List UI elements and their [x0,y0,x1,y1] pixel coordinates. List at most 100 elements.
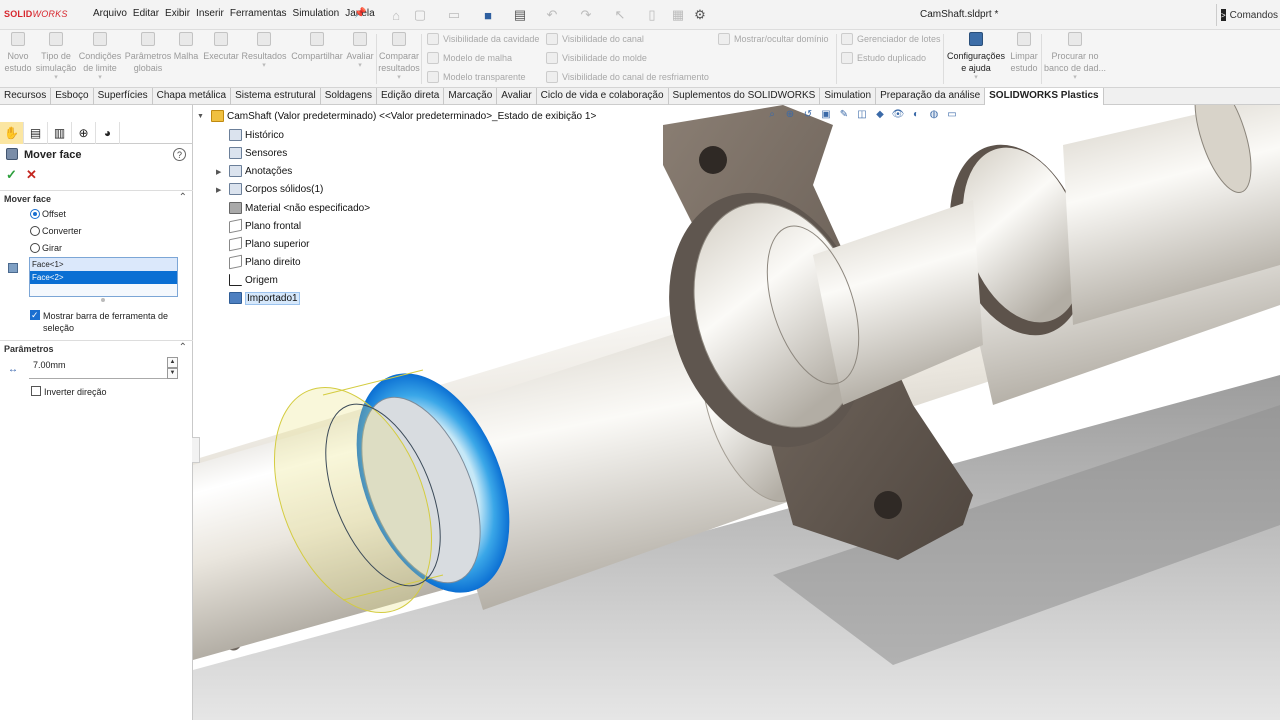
help-button[interactable]: ? [173,148,186,161]
clear-study-button[interactable]: Limpar estudo [1008,30,1040,88]
previous-view-icon[interactable]: ↺ [801,107,815,121]
tree-item-corpos-solidos[interactable]: Corpos sólidos(1) [229,183,323,196]
pin-menu-icon[interactable]: 📌 [354,8,366,19]
show-selection-toolbar-checkbox[interactable]: Mostrar barra de ferramenta de seleção [30,309,180,334]
tab-edicao-direta[interactable]: Edição direta [377,88,445,105]
tab-avaliar[interactable]: Avaliar [497,88,537,105]
menu-inserir[interactable]: Inserir [193,8,227,19]
face-list-item[interactable]: Face<1> [30,258,177,271]
display-style-icon[interactable]: ◆ [873,107,887,121]
view-settings-icon[interactable]: ▭ [945,107,959,121]
menu-simulation[interactable]: Simulation [290,8,343,19]
tab-superficies[interactable]: Superfícies [94,88,153,105]
zoom-area-icon[interactable]: ⊕ [783,107,797,121]
batch-manager-button[interactable]: Gerenciador de lotes [841,32,941,46]
tree-item-importado1[interactable]: Importado1 [229,292,300,305]
channel-visibility-button[interactable]: Visibilidade do canal [546,32,644,46]
settings-help-button[interactable]: Configurações e ajuda ▾ [944,30,1008,88]
tree-item-sensores[interactable]: Sensores [229,147,287,160]
show-hide-domain-button[interactable]: Mostrar/ocultar domínio [718,32,829,46]
tab-preparacao-analise[interactable]: Preparação da análise [876,88,986,105]
section-mover-face[interactable]: Mover face ⌃ [0,190,193,206]
boundary-conditions-button[interactable]: Condições de limite ▾ [78,30,122,88]
mesh-button[interactable]: Malha [172,30,200,88]
edit-appearance-icon[interactable]: ◐ [909,107,923,121]
global-parameters-button[interactable]: Parâmetros globais [124,30,172,88]
compare-results-button[interactable]: Comparar resultados ▾ [377,30,421,88]
simulation-type-button[interactable]: Tipo de simulação ▾ [35,30,77,88]
tab-sistema-estrutural[interactable]: Sistema estrutural [231,88,321,105]
radio-converter-dot[interactable] [30,226,40,236]
print-icon[interactable]: ▤ [510,5,530,25]
mold-visibility-button[interactable]: Visibilidade do molde [546,51,647,65]
dynamic-annotation-icon[interactable]: ✎ [837,107,851,121]
checkbox-box[interactable] [31,386,41,396]
collapse-chevron-icon[interactable]: ⌃ [179,342,187,353]
tab-esboco[interactable]: Esboço [51,88,94,105]
tree-item-plano-frontal[interactable]: Plano frontal [229,218,301,234]
radio-girar-dot[interactable] [30,243,40,253]
section-view-icon[interactable]: ▣ [819,107,833,121]
options-gear-icon[interactable]: ⚙ [690,5,710,25]
file-properties-icon[interactable]: ▦ [668,5,688,25]
menu-editar[interactable]: Editar [130,8,162,19]
feature-manager-tab-icon[interactable]: ✋ [0,122,24,144]
undo-icon[interactable]: ↶ [542,5,562,25]
configuration-manager-tab-icon[interactable]: ▥ [48,122,72,144]
radio-converter[interactable]: Converter [30,226,82,237]
camshaft-3d-model[interactable] [193,105,1280,720]
hide-show-items-icon[interactable]: 👁 [891,107,905,121]
new-document-icon[interactable]: ▢ [410,5,430,25]
property-manager-tab-icon[interactable]: ▤ [24,122,48,144]
panel-resize-grip[interactable] [192,437,200,463]
tab-suplementos[interactable]: Suplementos do SOLIDWORKS [669,88,821,105]
display-manager-tab-icon[interactable]: ◕ [96,122,120,144]
tree-item-plano-direito[interactable]: Plano direito [229,254,301,270]
face-list-item-selected[interactable]: Face<2> [30,271,177,284]
tab-marcacao[interactable]: Marcação [444,88,498,105]
ok-button[interactable]: ✓ [6,167,17,183]
tab-simulation[interactable]: Simulation [820,88,877,105]
apply-scene-icon[interactable]: ◍ [927,107,941,121]
distance-spinner[interactable]: 7.00mm ▲ ▼ [29,357,178,379]
view-orientation-icon[interactable]: ◫ [855,107,869,121]
tree-item-anotacoes[interactable]: Anotações [229,165,292,178]
tree-item-material[interactable]: Material <não especificado> [229,202,370,215]
dimxpert-tab-icon[interactable]: ⊕ [72,122,96,144]
share-button[interactable]: Compartilhar [288,30,346,88]
radio-offset[interactable]: Offset [30,209,66,220]
tab-ciclo-de-vida[interactable]: Ciclo de vida e colaboração [537,88,669,105]
select-icon[interactable]: ↖ [610,5,630,25]
results-button[interactable]: Resultados ▾ [240,30,288,88]
cavity-visibility-button[interactable]: Visibilidade da cavidade [427,32,539,46]
rebuild-icon[interactable]: ▯ [642,5,662,25]
face-selection-list[interactable]: Face<1> Face<2> [29,257,178,297]
save-icon[interactable]: ■ [478,5,498,25]
invert-direction-checkbox[interactable]: Inverter direção [31,386,171,398]
tab-recursos[interactable]: Recursos [0,88,52,105]
section-parametros[interactable]: Parâmetros ⌃ [0,340,193,356]
graphics-viewport[interactable] [193,105,1280,720]
tab-chapa-metalica[interactable]: Chapa metálica [153,88,232,105]
menu-exibir[interactable]: Exibir [162,8,193,19]
spin-down-icon[interactable]: ▼ [167,368,178,379]
home-icon[interactable]: ⌂ [386,5,406,25]
cooling-channel-visibility-button[interactable]: Visibilidade do canal de resfriamento [546,70,709,84]
expand-corpos-icon[interactable]: ▶ [216,186,221,194]
collapse-chevron-icon[interactable]: ⌃ [179,192,187,203]
tree-item-origem[interactable]: Origem [229,274,278,287]
solidworks-logo[interactable]: SOLIDWORKS [4,9,68,19]
list-resize-grip-icon[interactable] [101,298,105,302]
tree-root[interactable]: CamShaft (Valor predeterminado) <<Valor … [211,110,596,123]
command-search-button[interactable]: > Comandos [1216,4,1278,26]
spin-up-icon[interactable]: ▲ [167,357,178,368]
tree-item-plano-superior[interactable]: Plano superior [229,236,309,252]
open-folder-icon[interactable]: ▭ [444,5,464,25]
run-button[interactable]: Executar [202,30,240,88]
tree-collapse-icon[interactable]: ▼ [197,113,204,120]
menu-arquivo[interactable]: Arquivo [90,8,130,19]
tab-solidworks-plastics[interactable]: SOLIDWORKS Plastics [985,88,1104,105]
search-database-button[interactable]: Procurar no banco de dad... ▾ [1042,30,1108,88]
radio-offset-dot[interactable] [30,209,40,219]
cancel-button[interactable]: ✕ [26,167,37,183]
